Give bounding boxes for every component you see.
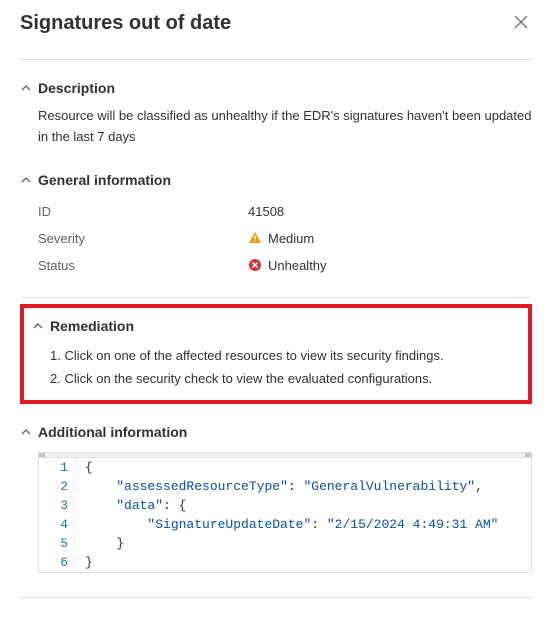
- section-title: General information: [38, 172, 171, 188]
- line-content: "assessedResourceType": "GeneralVulnerab…: [75, 477, 483, 496]
- code-line: 1{: [39, 458, 531, 477]
- remediation-step: 1. Click on one of the affected resource…: [50, 344, 520, 367]
- line-content: {: [75, 458, 93, 477]
- section-additional-information: Additional information 1{2 "assessedReso…: [20, 412, 532, 585]
- section-title: Additional information: [38, 424, 187, 440]
- code-line: 4 "SignatureUpdateDate": "2/15/2024 4:49…: [39, 515, 531, 534]
- section-toggle-additional[interactable]: Additional information: [20, 420, 532, 444]
- code-line: 2 "assessedResourceType": "GeneralVulner…: [39, 477, 531, 496]
- section-general-information: General information ID 41508 Severity Me…: [20, 160, 532, 291]
- info-row-severity: Severity Medium: [38, 225, 532, 252]
- line-content: "SignatureUpdateDate": "2/15/2024 4:49:3…: [75, 515, 499, 534]
- severity-text: Medium: [268, 231, 314, 246]
- divider: [20, 297, 532, 298]
- line-number: 3: [39, 496, 75, 515]
- status-text: Unhealthy: [268, 258, 327, 273]
- section-toggle-general[interactable]: General information: [20, 168, 532, 192]
- code-line: 6}: [39, 553, 531, 572]
- info-value: Unhealthy: [248, 258, 327, 273]
- divider: [20, 597, 532, 598]
- remediation-body: 1. Click on one of the affected resource…: [32, 338, 520, 390]
- remediation-highlight-box: Remediation 1. Click on one of the affec…: [20, 304, 532, 404]
- code-line: 3 "data": {: [39, 496, 531, 515]
- section-remediation: Remediation 1. Click on one of the affec…: [32, 314, 520, 390]
- error-icon: [248, 258, 262, 272]
- info-label: Severity: [38, 231, 248, 246]
- section-toggle-remediation[interactable]: Remediation: [32, 314, 520, 338]
- section-title: Description: [38, 80, 115, 96]
- close-icon[interactable]: [510, 12, 532, 34]
- info-value: 41508: [248, 204, 284, 219]
- line-number: 2: [39, 477, 75, 496]
- section-toggle-description[interactable]: Description: [20, 76, 532, 100]
- info-label: Status: [38, 258, 248, 273]
- info-row-status: Status Unhealthy: [38, 252, 532, 279]
- info-value: Medium: [248, 231, 314, 246]
- info-row-id: ID 41508: [38, 198, 532, 225]
- panel-header: Signatures out of date: [20, 12, 532, 60]
- section-description: Description Resource will be classified …: [20, 68, 532, 160]
- chevron-up-icon: [32, 320, 44, 332]
- line-number: 6: [39, 553, 75, 572]
- section-title: Remediation: [50, 318, 134, 334]
- line-content: }: [75, 534, 124, 553]
- description-body: Resource will be classified as unhealthy…: [20, 100, 532, 148]
- line-number: 5: [39, 534, 75, 553]
- code-line: 5 }: [39, 534, 531, 553]
- horizontal-scrollbar[interactable]: [39, 453, 531, 458]
- general-info-body: ID 41508 Severity Medium Status: [20, 192, 532, 279]
- line-number: 4: [39, 515, 75, 534]
- chevron-up-icon: [20, 426, 32, 438]
- chevron-up-icon: [20, 82, 32, 94]
- line-content: "data": {: [75, 496, 186, 515]
- chevron-up-icon: [20, 174, 32, 186]
- remediation-step: 2. Click on the security check to view t…: [50, 367, 520, 390]
- info-label: ID: [38, 204, 248, 219]
- json-code-viewer[interactable]: 1{2 "assessedResourceType": "GeneralVuln…: [38, 452, 532, 573]
- warning-icon: [248, 231, 262, 245]
- line-number: 1: [39, 458, 75, 477]
- panel-title: Signatures out of date: [20, 12, 231, 35]
- line-content: }: [75, 553, 93, 572]
